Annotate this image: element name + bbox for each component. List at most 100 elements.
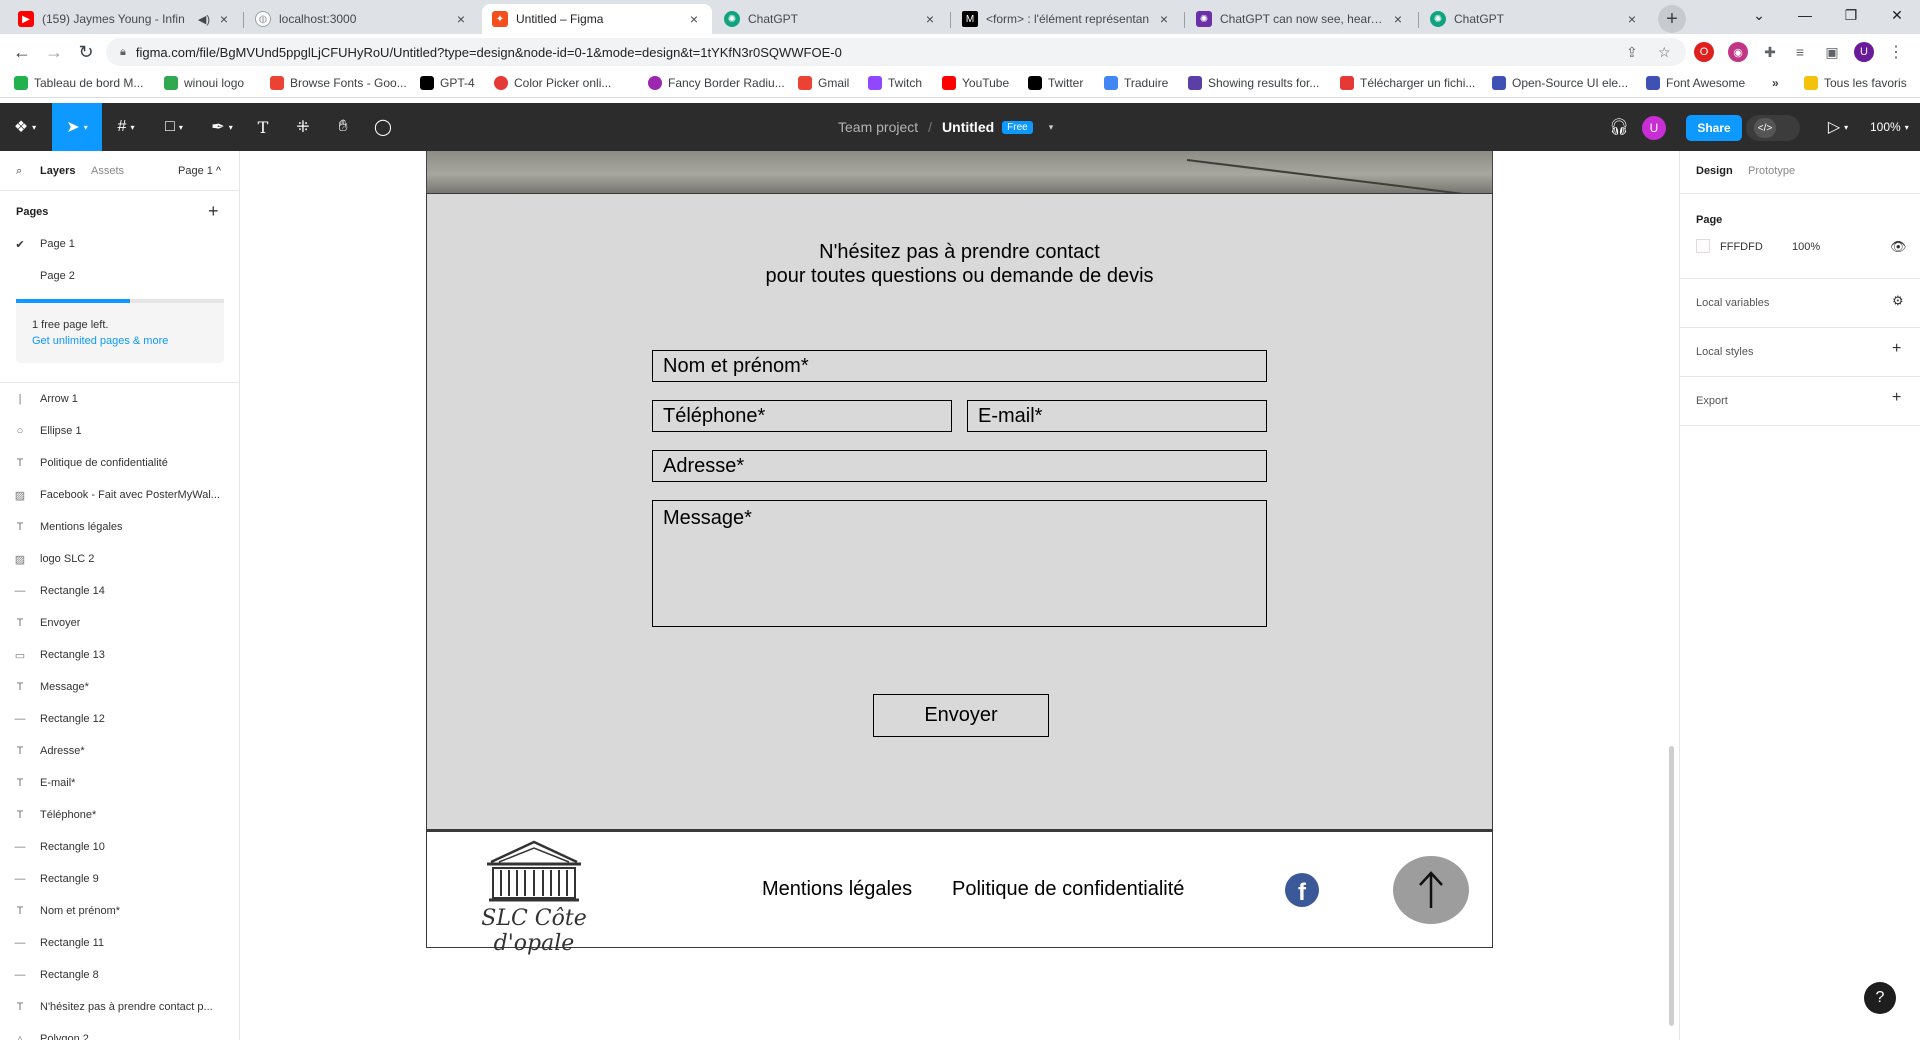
page-color-swatch[interactable] <box>1696 239 1710 253</box>
browser-menu-icon[interactable]: ⋮ <box>1886 42 1906 62</box>
layer-item[interactable]: — Rectangle 12 <box>0 706 239 732</box>
extensions-puzzle-icon[interactable]: ✚ <box>1760 42 1780 62</box>
pen-tool-icon[interactable]: ✒ ▾ <box>200 103 244 151</box>
figma-main-menu-icon[interactable]: ❖ ▾ <box>0 103 50 151</box>
present-play-icon[interactable]: ▷ ▾ <box>1818 103 1858 151</box>
close-window-icon[interactable]: ✕ <box>1874 0 1920 30</box>
tab-search-icon[interactable]: ⌄ <box>1736 0 1782 30</box>
upgrade-link[interactable]: Get unlimited pages & more <box>32 335 168 347</box>
layer-item[interactable]: △ Polygon 2 <box>0 1026 239 1040</box>
search-icon[interactable]: ⌕ <box>16 165 22 178</box>
new-tab-button[interactable]: + <box>1658 5 1686 33</box>
layer-item[interactable]: — Rectangle 14 <box>0 578 239 604</box>
layer-item[interactable]: T Téléphone* <box>0 802 239 828</box>
bookmark-item[interactable]: Font Awesome <box>1646 76 1745 90</box>
browser-tab-youtube[interactable]: ▶ (159) Jaymes Young - Infin ◀) × <box>8 4 242 34</box>
resources-tool-icon[interactable]: ⁜ <box>288 103 318 151</box>
bookmark-item[interactable]: Browse Fonts - Goo... <box>270 76 407 90</box>
file-name[interactable]: Untitled <box>942 119 994 135</box>
user-avatar[interactable]: U <box>1642 116 1666 140</box>
design-canvas[interactable]: N'hésitez pas à prendre contact pour tou… <box>241 151 1679 1040</box>
phone-field[interactable]: Téléphone* <box>652 400 952 432</box>
minimize-icon[interactable]: — <box>1782 0 1828 30</box>
bookmark-item[interactable]: Gmail <box>798 76 849 90</box>
bookmark-item[interactable]: Traduire <box>1104 76 1168 90</box>
layer-item[interactable]: T Adresse* <box>0 738 239 764</box>
forward-icon[interactable]: → <box>42 40 66 64</box>
profile-avatar[interactable]: U <box>1854 42 1874 62</box>
text-tool-icon[interactable]: T <box>248 103 278 151</box>
add-export-icon[interactable]: + <box>1892 389 1901 407</box>
browser-tab-openai[interactable]: ✺ ChatGPT can now see, hear, an × <box>1186 4 1416 34</box>
tab-layers[interactable]: Layers <box>40 165 75 177</box>
reading-list-icon[interactable]: ≡ <box>1790 42 1810 62</box>
browser-tab-mdn[interactable]: M <form> : l'élément représentan × <box>952 4 1182 34</box>
extension-colorzilla-icon[interactable]: ◉ <box>1728 42 1748 62</box>
layer-item[interactable]: T Politique de confidentialité <box>0 450 239 476</box>
back-to-top-button[interactable] <box>1393 856 1469 924</box>
side-panel-icon[interactable]: ▣ <box>1822 42 1842 62</box>
layer-item[interactable]: — Rectangle 8 <box>0 962 239 988</box>
layer-item[interactable]: — Rectangle 9 <box>0 866 239 892</box>
page-selector[interactable]: Page 1 ^ <box>178 165 221 177</box>
local-styles-section[interactable]: Local styles + <box>1680 327 1920 377</box>
bookmark-item[interactable]: Tableau de bord M... <box>14 76 143 90</box>
bookmark-item[interactable]: Twitter <box>1028 76 1083 90</box>
layer-item[interactable]: T Nom et prénom* <box>0 898 239 924</box>
reload-icon[interactable]: ↻ <box>74 40 98 64</box>
all-bookmarks-folder[interactable]: Tous les favoris <box>1804 76 1907 90</box>
layer-item[interactable]: ○ Ellipse 1 <box>0 418 239 444</box>
contact-section[interactable]: N'hésitez pas à prendre contact pour tou… <box>426 193 1493 830</box>
browser-tab-chatgpt[interactable]: ✺ ChatGPT × <box>714 4 948 34</box>
layer-item[interactable]: | Arrow 1 <box>0 386 239 412</box>
bookmark-star-icon[interactable]: ☆ <box>1658 44 1671 61</box>
canvas-scrollbar[interactable] <box>1669 746 1674 1026</box>
close-icon[interactable]: × <box>1156 11 1172 27</box>
share-page-icon[interactable]: ⇪ <box>1626 44 1638 61</box>
bookmark-item[interactable]: Showing results for... <box>1188 76 1319 90</box>
facebook-icon[interactable]: f <box>1285 873 1319 907</box>
send-button[interactable]: Envoyer <box>873 694 1049 737</box>
speaker-icon[interactable]: ◀) <box>198 13 210 26</box>
tab-prototype[interactable]: Prototype <box>1748 165 1795 177</box>
layer-item[interactable]: T Message* <box>0 674 239 700</box>
name-field[interactable]: Nom et prénom* <box>652 350 1267 382</box>
variables-settings-icon[interactable]: ⚙ <box>1892 293 1904 309</box>
layer-item[interactable]: T Envoyer <box>0 610 239 636</box>
hero-photo[interactable] <box>426 151 1493 198</box>
bookmark-item[interactable]: Télécharger un fichi... <box>1340 76 1475 90</box>
browser-tab-figma[interactable]: ✦ Untitled – Figma × <box>482 4 712 34</box>
bookmark-item[interactable]: GPT-4 <box>420 76 475 90</box>
bookmark-item[interactable]: Open-Source UI ele... <box>1492 76 1628 90</box>
message-field[interactable]: Message* <box>652 500 1267 627</box>
bookmark-item[interactable]: Color Picker onli... <box>494 76 611 90</box>
layer-item[interactable]: ▭ Rectangle 13 <box>0 642 239 668</box>
slc-logo[interactable]: SLC Côte d'opale <box>449 840 619 956</box>
export-section[interactable]: Export + <box>1680 376 1920 426</box>
tab-design[interactable]: Design <box>1696 165 1733 177</box>
bookmark-item[interactable]: Fancy Border Radiu... <box>648 76 785 90</box>
dev-mode-toggle[interactable]: </> <box>1746 115 1800 141</box>
site-footer[interactable]: SLC Côte d'opale Mentions légales Politi… <box>426 830 1493 956</box>
bookmark-item[interactable]: Twitch <box>868 76 922 90</box>
back-icon[interactable]: ← <box>10 40 34 64</box>
help-button[interactable]: ? <box>1864 982 1896 1014</box>
move-tool-icon[interactable]: ➤ ▾ <box>52 103 102 151</box>
layer-item[interactable]: — Rectangle 11 <box>0 930 239 956</box>
tab-assets[interactable]: Assets <box>91 165 124 177</box>
layer-item[interactable]: T Mentions légales <box>0 514 239 540</box>
layer-item[interactable]: — Rectangle 10 <box>0 834 239 860</box>
shape-tool-icon[interactable]: □ ▾ <box>152 103 196 151</box>
zoom-level[interactable]: 100% ▾ <box>1870 103 1909 151</box>
close-icon[interactable]: × <box>1624 11 1640 27</box>
share-button[interactable]: Share <box>1686 115 1742 141</box>
layer-item[interactable]: ▨ logo SLC 2 <box>0 546 239 572</box>
bookmark-item[interactable]: winoui logo <box>164 76 244 90</box>
page-item-2[interactable]: Page 2 <box>0 263 239 289</box>
comment-tool-icon[interactable]: ◯ <box>368 103 398 151</box>
page-color-value[interactable]: FFFDFD <box>1720 241 1763 253</box>
page-item-1[interactable]: ✔ Page 1 <box>0 231 239 257</box>
local-variables-section[interactable]: Local variables ⚙ <box>1680 278 1920 328</box>
headphones-icon[interactable]: 🎧︎ <box>1604 103 1634 151</box>
project-name[interactable]: Team project <box>838 119 918 135</box>
